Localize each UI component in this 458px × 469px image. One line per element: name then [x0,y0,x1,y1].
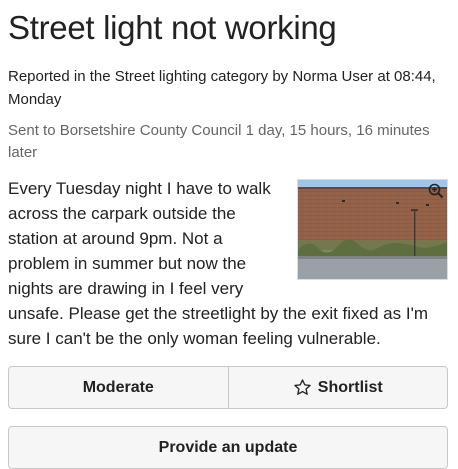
page-title: Street light not working [8,9,337,46]
moderate-button[interactable]: Moderate [9,367,228,408]
provide-update-button-label: Provide an update [158,438,298,456]
moderate-button-label: Moderate [82,378,154,396]
zoom-in-icon[interactable] [428,183,444,199]
photo-image [298,180,447,279]
shortlist-button-label: Shortlist [317,378,383,396]
shortlist-button[interactable]: Shortlist [227,367,448,408]
report-actions: Moderate Shortlist [8,366,448,409]
report-body: Every Tuesday night I have to walk acros… [8,176,450,351]
report-meta: Reported in the Street lighting category… [8,68,436,108]
report-photo[interactable] [297,179,448,280]
report-page: Street light not working Reported in the… [0,8,458,469]
provide-update-button[interactable]: Provide an update [8,426,448,469]
report-sent-info: Sent to Borsetshire County Council 1 day… [8,122,430,161]
star-outline-icon [294,379,311,395]
